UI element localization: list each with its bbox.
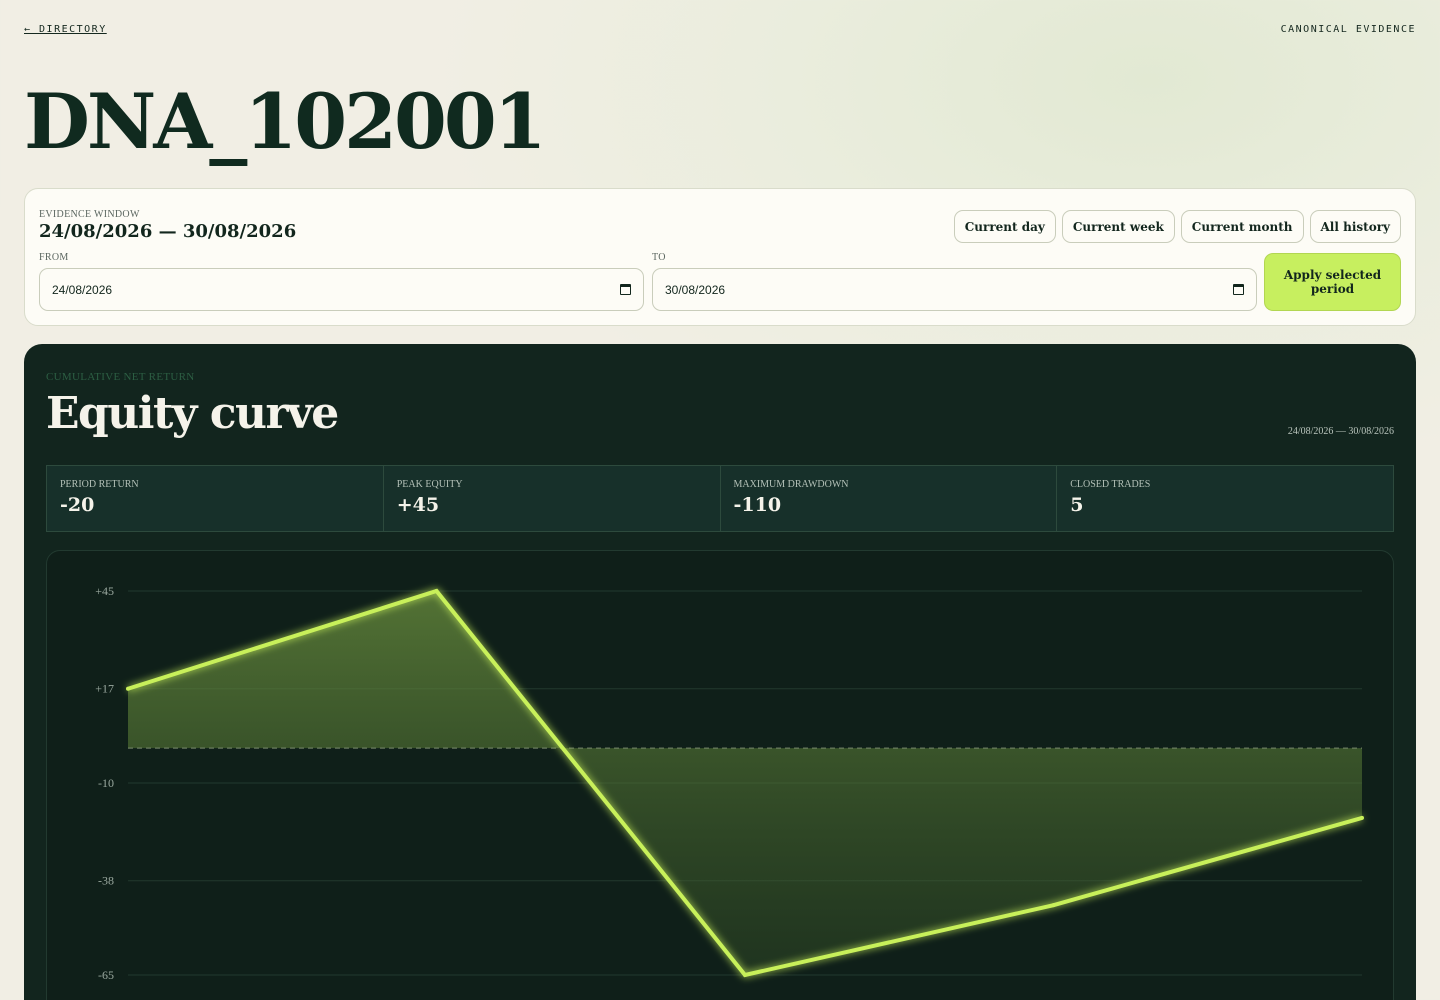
y-tick-label: +17 [95,682,114,696]
y-tick-label: -38 [98,874,114,888]
evidence-window-card: EVIDENCE WINDOW 24/08/2026 — 30/08/2026 … [24,188,1416,326]
preset-current-week-button[interactable]: Current week [1061,210,1175,243]
y-tick-label: +45 [95,584,114,598]
calendar-icon[interactable] [620,284,631,295]
page-title: DNA_102001 [24,77,547,166]
evidence-window-range: 24/08/2026 — 30/08/2026 [39,221,297,242]
back-to-directory-link[interactable]: ← DIRECTORY [24,24,107,35]
preset-current-day-button[interactable]: Current day [953,210,1056,243]
preset-current-month-button[interactable]: Current month [1180,210,1304,243]
preset-all-history-button[interactable]: All history [1309,210,1401,243]
data-point [1360,815,1364,820]
stat-maximum-drawdown: MAXIMUM DRAWDOWN -110 [721,466,1058,531]
y-tick-label: -10 [98,776,114,790]
stat-period-return: PERIOD RETURN -20 [47,466,384,531]
chart-eyebrow: CUMULATIVE NET RETURN [46,371,195,383]
stat-closed-trades: CLOSED TRADES 5 [1057,466,1393,531]
stat-value: -110 [733,494,782,516]
evidence-window-label: EVIDENCE WINDOW [39,209,140,220]
from-label: FROM [39,252,69,263]
data-point [743,973,747,977]
y-tick-label: -65 [98,968,114,982]
to-label: TO [652,252,666,263]
to-date-value: 30/08/2026 [665,282,726,297]
stat-label: PEAK EQUITY [396,479,463,490]
stat-value: 5 [1070,494,1084,516]
equity-chart-svg: +45 +17 -10 -38 -65 [95,584,1364,982]
stat-label: CLOSED TRADES [1070,479,1151,490]
data-point [434,589,439,593]
stat-label: PERIOD RETURN [60,479,139,490]
from-date-input[interactable]: 24/08/2026 [39,268,644,311]
stat-label: MAXIMUM DRAWDOWN [733,479,849,490]
calendar-icon[interactable] [1233,284,1244,295]
apply-period-button[interactable]: Apply selected period [1264,253,1401,311]
stat-value: +45 [396,494,440,516]
equity-chart: +45 +17 -10 -38 -65 [46,550,1394,1000]
top-bar: ← DIRECTORY CANONICAL EVIDENCE [24,24,1416,38]
data-point [126,686,130,691]
period-presets: Current day Current week Current month A… [953,210,1401,243]
to-date-input[interactable]: 30/08/2026 [652,268,1257,311]
stats-row: PERIOD RETURN -20 PEAK EQUITY +45 MAXIMU… [46,465,1394,532]
chart-title: Equity curve [46,388,339,439]
stat-peak-equity: PEAK EQUITY +45 [384,466,721,531]
data-point [1051,903,1056,908]
stat-value: -20 [60,494,95,516]
chart-date-range: 24/08/2026 — 30/08/2026 [1287,426,1394,437]
from-date-value: 24/08/2026 [52,282,113,297]
canonical-evidence-label: CANONICAL EVIDENCE [1280,24,1416,35]
equity-curve-panel: CUMULATIVE NET RETURN Equity curve 24/08… [24,344,1416,1000]
